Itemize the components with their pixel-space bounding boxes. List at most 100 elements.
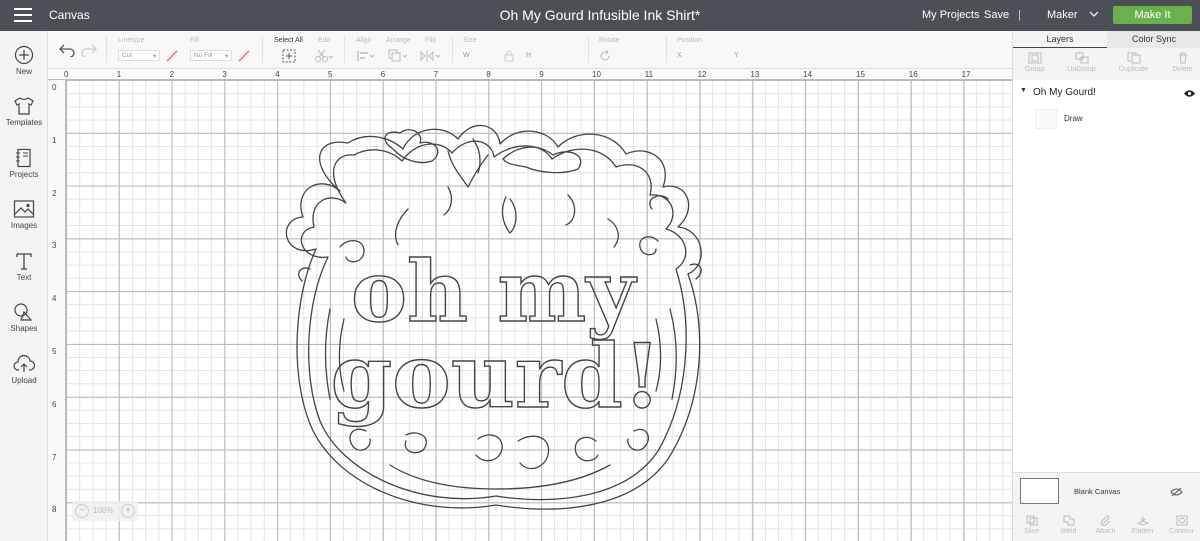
edit-toolbar: Linetype Cut ▾ Fill No Fill ▾ Select All…: [48, 31, 1012, 69]
plus-circle-icon: [14, 45, 34, 65]
left-sidebar: New Templates Projects Images Text Shape…: [0, 31, 48, 541]
ruler-tick-label: 2: [169, 70, 175, 79]
blank-canvas-label: Blank Canvas: [1074, 487, 1121, 496]
undo-icon[interactable]: [58, 43, 76, 57]
zoom-out-button[interactable]: −: [75, 504, 89, 518]
delete-label: Delete: [1172, 66, 1193, 73]
sidebar-item-text[interactable]: Text: [0, 251, 48, 282]
eye-hidden-icon[interactable]: [1170, 487, 1183, 497]
layer-group-row[interactable]: ▼ Oh My Gourd!: [1013, 85, 1200, 101]
ruler-tick-label: 15: [856, 70, 865, 79]
weld-button[interactable]: Weld: [1050, 515, 1087, 535]
ruler-tick-label: 3: [52, 241, 57, 251]
sidebar-item-new[interactable]: New: [0, 45, 48, 76]
tab-color-sync[interactable]: Color Sync: [1107, 31, 1200, 48]
toolbar-divider: [588, 37, 589, 63]
height-label: H: [526, 52, 532, 59]
toolbar-divider: [106, 37, 107, 63]
group-icon: [1028, 52, 1041, 64]
sidebar-label: New: [15, 67, 32, 76]
chevron-down-icon: [1089, 11, 1099, 17]
contour-icon: [1176, 515, 1187, 526]
document-title[interactable]: Oh My Gourd Infusible Ink Shirt*: [500, 7, 701, 23]
sidebar-item-shapes[interactable]: Shapes: [0, 302, 48, 333]
sidebar-item-projects[interactable]: Projects: [0, 148, 48, 179]
ruler-tick-label: 17: [961, 70, 971, 79]
sidebar-item-upload[interactable]: Upload: [0, 354, 48, 385]
rotate-label: Rotate: [599, 37, 620, 44]
scissors-icon: [315, 49, 334, 62]
fill-label: Fill: [190, 37, 199, 44]
linetype-label: Linetype: [118, 37, 145, 44]
ruler-tick-label: 0: [64, 70, 69, 79]
make-it-button[interactable]: Make It: [1113, 6, 1192, 24]
redo-icon[interactable]: [80, 43, 98, 57]
design-canvas[interactable]: 0 1 2 3 4 5 6 7 8 9 10 11 12 13 14 15 16 17 012345678: [48, 69, 1012, 541]
toolbar-divider: [666, 37, 667, 63]
layers-panel: Layers Color Sync Group UnGroup Duplicat…: [1012, 31, 1200, 541]
layer-row[interactable]: Draw: [1013, 108, 1200, 132]
my-projects-link[interactable]: My Projects: [922, 9, 979, 21]
ruler-tick-label: 7: [433, 70, 439, 79]
ruler-tick-label: 14: [803, 70, 813, 79]
menu-icon[interactable]: [14, 8, 32, 22]
eye-icon[interactable]: [1183, 89, 1196, 98]
slice-label: Slice: [1023, 528, 1040, 535]
flatten-label: Flatten: [1131, 528, 1154, 535]
layers-list: ▼ Oh My Gourd! Draw: [1013, 80, 1200, 472]
slice-button[interactable]: Slice: [1013, 515, 1050, 535]
save-button[interactable]: Save: [984, 9, 1009, 21]
group-button[interactable]: Group: [1016, 52, 1053, 73]
select-all-icon[interactable]: [282, 49, 296, 63]
delete-button[interactable]: Delete: [1164, 52, 1200, 73]
ungroup-button[interactable]: UnGroup: [1063, 52, 1100, 73]
caret-down-icon[interactable]: ▼: [1020, 87, 1027, 94]
toolbar-divider: [452, 37, 453, 63]
blank-canvas-row[interactable]: Blank Canvas: [1013, 473, 1200, 511]
slice-icon: [1026, 515, 1037, 526]
sidebar-item-templates[interactable]: Templates: [0, 96, 48, 127]
topbar-separator: |: [1018, 9, 1021, 21]
linetype-select: Cut ▾: [118, 50, 160, 61]
oh-my-gourd-design[interactable]: oh my gourd!: [48, 69, 1012, 541]
duplicate-button[interactable]: Duplicate: [1115, 52, 1152, 73]
duplicate-label: Duplicate: [1118, 66, 1149, 73]
ruler-tick-label: 2: [52, 188, 57, 198]
ruler-tick-label: 12: [697, 70, 707, 79]
ungroup-label: UnGroup: [1067, 66, 1096, 73]
ruler-tick-label: 10: [592, 70, 601, 79]
duplicate-icon: [1127, 52, 1140, 64]
flip-icon: [420, 50, 441, 62]
paperclip-icon: [1100, 515, 1110, 526]
tab-layers[interactable]: Layers: [1013, 31, 1107, 48]
sidebar-label: Images: [10, 221, 38, 230]
contour-label: Contour: [1169, 528, 1194, 535]
align-label: Align: [356, 37, 372, 44]
size-label: Size: [463, 37, 477, 44]
contour-button[interactable]: Contour: [1163, 515, 1200, 535]
toolbar-divider: [262, 37, 263, 63]
linetype-value: Cut: [122, 52, 133, 59]
flatten-button[interactable]: Flatten: [1124, 515, 1161, 535]
edit-label: Edit: [318, 37, 331, 44]
flatten-icon: [1136, 516, 1149, 526]
rotate-icon: [600, 50, 610, 61]
ruler-tick-label: 8: [52, 505, 57, 515]
ruler-tick-label: 1: [52, 135, 57, 145]
x-label: X: [677, 52, 682, 59]
vertical-ruler: 0 1 2 3 4 5 6 7 8: [48, 69, 66, 541]
sidebar-item-images[interactable]: Images: [0, 199, 48, 230]
group-label: Group: [1024, 66, 1045, 73]
shirt-icon: [14, 97, 34, 115]
ruler-tick-label: 5: [52, 347, 57, 356]
ruler-tick-label: 6: [380, 70, 386, 79]
ruler-tick-label: 8: [486, 70, 491, 79]
machine-select[interactable]: Maker: [1047, 9, 1099, 21]
chevron-down-icon: ▾: [224, 53, 228, 60]
attach-button[interactable]: Attach: [1087, 515, 1124, 535]
image-icon: [13, 200, 35, 218]
zoom-in-button[interactable]: +: [121, 504, 135, 518]
panel-tabs: Layers Color Sync: [1013, 31, 1200, 48]
sidebar-label: Text: [16, 273, 32, 282]
zoom-control: − 100% +: [72, 501, 138, 521]
